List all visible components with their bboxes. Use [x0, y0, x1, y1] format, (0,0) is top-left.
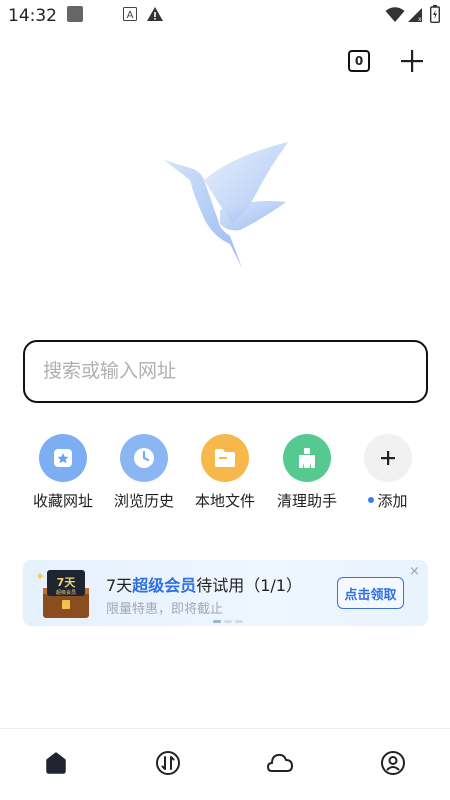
bottom-nav-divider	[0, 728, 450, 729]
square-notification-icon	[67, 6, 83, 22]
vip-promo-banner[interactable]: 7天 超级会员 7天超级会员待试用（1/1） 限量特惠，即将截止 点击领取 ×	[23, 560, 428, 626]
search-input[interactable]	[43, 356, 403, 386]
cloud-icon	[267, 753, 293, 772]
user-profile-icon	[381, 751, 405, 775]
shortcut-history[interactable]: 浏览历史	[104, 434, 184, 514]
wifi-icon	[385, 7, 405, 22]
nav-profile[interactable]	[378, 748, 408, 778]
status-bar: 14:32 A x	[0, 0, 450, 32]
close-icon[interactable]: ×	[409, 564, 420, 579]
transfer-arrows-icon	[156, 751, 180, 775]
warning-icon	[147, 7, 163, 21]
shortcut-label: 收藏网址	[32, 492, 93, 510]
folder-icon	[201, 434, 249, 482]
home-icon	[46, 752, 66, 774]
shortcut-local-files[interactable]: 本地文件	[185, 434, 265, 514]
tab-count-value: 0	[354, 54, 364, 68]
tab-count-button[interactable]: 0	[348, 50, 370, 72]
nav-home[interactable]	[41, 748, 71, 778]
chest-sub: 超级会员	[56, 589, 76, 596]
promo-title: 7天超级会员待试用（1/1）	[106, 572, 302, 596]
shortcut-cleaner[interactable]: 清理助手	[267, 434, 347, 514]
nav-transfer[interactable]	[153, 748, 183, 778]
svg-text:x: x	[418, 16, 422, 23]
promo-title-prefix: 7天	[106, 576, 133, 595]
claim-button[interactable]: 点击领取	[337, 577, 404, 609]
signal-icon: x	[408, 8, 422, 23]
shortcut-bookmarks[interactable]: 收藏网址	[23, 434, 103, 514]
search-bar[interactable]	[23, 340, 428, 403]
carousel-indicator	[213, 620, 243, 623]
plus-icon	[364, 434, 412, 482]
clock-icon	[120, 434, 168, 482]
shortcut-label-add: 添加	[348, 490, 428, 511]
svg-text:A: A	[127, 10, 134, 21]
treasure-chest-icon: 7天 超级会员	[37, 570, 89, 618]
a-box-icon: A	[123, 7, 137, 21]
status-time: 14:32	[8, 6, 57, 26]
promo-subtitle: 限量特惠，即将截止	[106, 602, 224, 617]
new-dot-indicator	[368, 497, 375, 503]
chest-label: 7天	[57, 576, 77, 589]
shortcut-label: 本地文件	[194, 492, 255, 510]
new-tab-plus-icon[interactable]	[399, 48, 425, 74]
shortcut-add-label: 添加	[377, 492, 408, 510]
bookmark-star-icon	[39, 434, 87, 482]
shortcut-add[interactable]: 添加	[348, 434, 428, 514]
nav-cloud[interactable]	[265, 748, 295, 778]
broom-icon	[283, 434, 331, 482]
shortcut-label: 浏览历史	[113, 492, 174, 510]
promo-title-suffix: 待试用（1/1）	[196, 576, 302, 595]
promo-title-highlight: 超级会员	[132, 576, 197, 595]
shortcut-label: 清理助手	[276, 492, 337, 510]
bird-logo-icon	[164, 142, 288, 268]
battery-icon	[430, 5, 440, 23]
